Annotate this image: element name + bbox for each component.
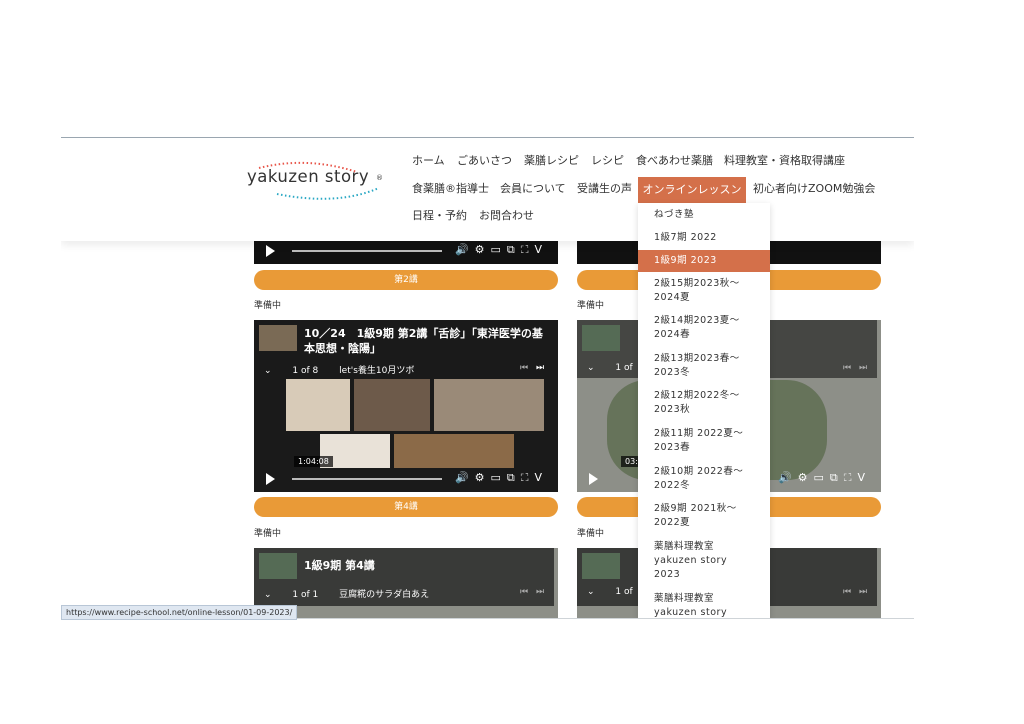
time-tooltip: 1:04:08 [294, 456, 333, 467]
video-title: 1級9期 第4講 [304, 559, 375, 572]
lecture-4-button[interactable]: 第4講 [254, 497, 558, 517]
progress-bar[interactable] [292, 250, 442, 252]
dropdown-item[interactable]: 2級15期2023秋～ 2024夏 [654, 277, 764, 305]
dropdown-item[interactable]: 2級12期2022冬～ 2023秋 [654, 389, 764, 417]
video-player-lecture-4[interactable]: 1級9期 第4講 ⌄ 1 of 1 豆腐糀のサラダ白あえ ⏮ ⏭ [254, 548, 558, 618]
nav-online-lesson[interactable]: オンラインレッスン [638, 177, 746, 203]
next-icon[interactable]: ⏭ [859, 587, 867, 597]
playlist-row[interactable]: ⌄ 1 of 1 豆腐糀のサラダ白あえ [264, 587, 429, 600]
nav-contact[interactable]: お問合わせ [479, 209, 534, 223]
chevron-down-icon[interactable]: ⌄ [587, 587, 595, 597]
dropdown-item-active[interactable]: 1級9期 2023 [654, 254, 764, 268]
play-icon[interactable] [589, 473, 598, 485]
next-icon[interactable]: ⏭ [536, 587, 544, 597]
playlist-counter: 1 of [615, 587, 633, 597]
prev-icon[interactable]: ⏮ [843, 587, 851, 597]
dropdown-item[interactable]: 薬膳料理教室 yakuzen story [654, 592, 764, 618]
logo-registered: ® [376, 174, 383, 182]
logo-text: yakuzen story [247, 167, 370, 186]
nav-cooking-class[interactable]: 料理教室・資格取得講座 [724, 154, 845, 168]
video-player-lecture-2[interactable]: 10／24 1級9期 第2講「舌診」「東洋医学の基本思想・陰陽」 ⌄ 1 of … [254, 320, 558, 492]
player-icons[interactable]: 🔊⚙▭⧉⛶V [455, 471, 548, 485]
playlist-counter: 1 of 8 [292, 366, 319, 376]
dropdown-item[interactable]: 2級11期 2022夏～ 2023春 [654, 427, 764, 455]
zoom-tile [286, 379, 350, 431]
nav-home[interactable]: ホーム [412, 154, 445, 168]
player-icons[interactable]: 🔊⚙▭⧉⛶V [455, 243, 548, 257]
prev-icon[interactable]: ⏮ [520, 363, 528, 373]
zoom-tile [394, 434, 514, 468]
preparing-note-right: 準備中 [577, 529, 605, 539]
playlist-row[interactable]: ⌄ 1 of 8 let's養生10月ツボ [264, 363, 414, 376]
play-icon[interactable] [266, 245, 275, 257]
nav-membership[interactable]: 会員について [500, 182, 566, 196]
next-icon[interactable]: ⏭ [536, 363, 544, 373]
nav-food-pairing[interactable]: 食べあわせ薬膳 [636, 154, 713, 168]
nav-greeting[interactable]: ごあいさつ [457, 154, 512, 168]
chevron-down-icon[interactable]: ⌄ [264, 590, 272, 600]
playlist-row[interactable]: ⌄ 1 of [587, 587, 633, 597]
dropdown-item[interactable]: 2級10期 2022春～ 2022冬 [654, 465, 764, 493]
play-icon[interactable] [266, 473, 275, 485]
dropdown-item[interactable]: 2級13期2023春～ 2023冬 [654, 352, 764, 380]
playlist-counter: 1 of [615, 363, 633, 373]
playlist-thumbnail [259, 325, 297, 351]
next-icon[interactable]: ⏭ [859, 363, 867, 373]
playlist-thumbnail [582, 553, 620, 579]
progress-bar[interactable] [292, 478, 442, 480]
browser-viewport: 🔊⚙▭⧉⛶V 第2講 準備中 準備中 10／24 1級9期 第2講「舌診」「東洋… [61, 138, 914, 618]
video-title: 10／24 1級9期 第2講「舌診」「東洋医学の基本思想・陰陽」 [304, 327, 543, 355]
playlist-thumbnail [582, 325, 620, 351]
dropdown-item[interactable]: 2級9期 2021秋～ 2022夏 [654, 502, 764, 530]
preparing-note: 準備中 [254, 301, 282, 311]
dropdown-item[interactable]: ねづき塾 [654, 208, 764, 222]
status-bar-url: https://www.recipe-school.net/online-les… [61, 605, 298, 620]
chevron-down-icon[interactable]: ⌄ [587, 363, 595, 373]
site-header: yakuzen story ® ホーム ごあいさつ 薬膳レシピ レシピ 食べあわ… [61, 138, 914, 241]
playlist-subtitle: 豆腐糀のサラダ白あえ [339, 590, 430, 600]
playlist-row[interactable]: ⌄ 1 of [587, 363, 633, 373]
nav-testimonials[interactable]: 受講生の声 [577, 182, 632, 196]
playlist-thumbnail [259, 553, 297, 579]
zoom-tile [354, 379, 430, 431]
chevron-down-icon[interactable]: ⌄ [264, 366, 272, 376]
video-controls: 🔊⚙▭⧉⛶V [266, 243, 548, 258]
zoom-tile [434, 379, 544, 431]
nav-schedule[interactable]: 日程・予約 [412, 209, 467, 223]
site-logo[interactable]: yakuzen story ® [247, 158, 387, 202]
nav-yakuzen-recipe[interactable]: 薬膳レシピ [524, 154, 579, 168]
playlist-subtitle: let's養生10月ツボ [339, 366, 415, 376]
online-lesson-dropdown: ねづき塾 1級7期 2022 1級9期 2023 2級15期2023秋～ 202… [638, 203, 770, 618]
lecture-2-button[interactable]: 第2講 [254, 270, 558, 290]
preparing-note-right: 準備中 [577, 301, 605, 311]
dropdown-item[interactable]: 2級14期2023夏～ 2024春 [654, 314, 764, 342]
nav-zoom-study[interactable]: 初心者向けZOOM勉強会 [753, 182, 875, 196]
nav-instructor[interactable]: 食薬膳®指導士 [412, 182, 489, 196]
dropdown-item[interactable]: 薬膳料理教室 yakuzen story 2023 [654, 540, 764, 582]
prev-icon[interactable]: ⏮ [843, 363, 851, 373]
prev-icon[interactable]: ⏮ [520, 587, 528, 597]
preparing-note: 準備中 [254, 529, 282, 539]
dropdown-item[interactable]: 1級7期 2022 [654, 231, 764, 245]
nav-recipe[interactable]: レシピ [591, 154, 624, 168]
video-controls: 🔊⚙▭⧉⛶V [266, 471, 548, 486]
player-icons[interactable]: 🔊⚙▭⧉⛶V [778, 471, 871, 485]
playlist-counter: 1 of 1 [292, 590, 319, 600]
